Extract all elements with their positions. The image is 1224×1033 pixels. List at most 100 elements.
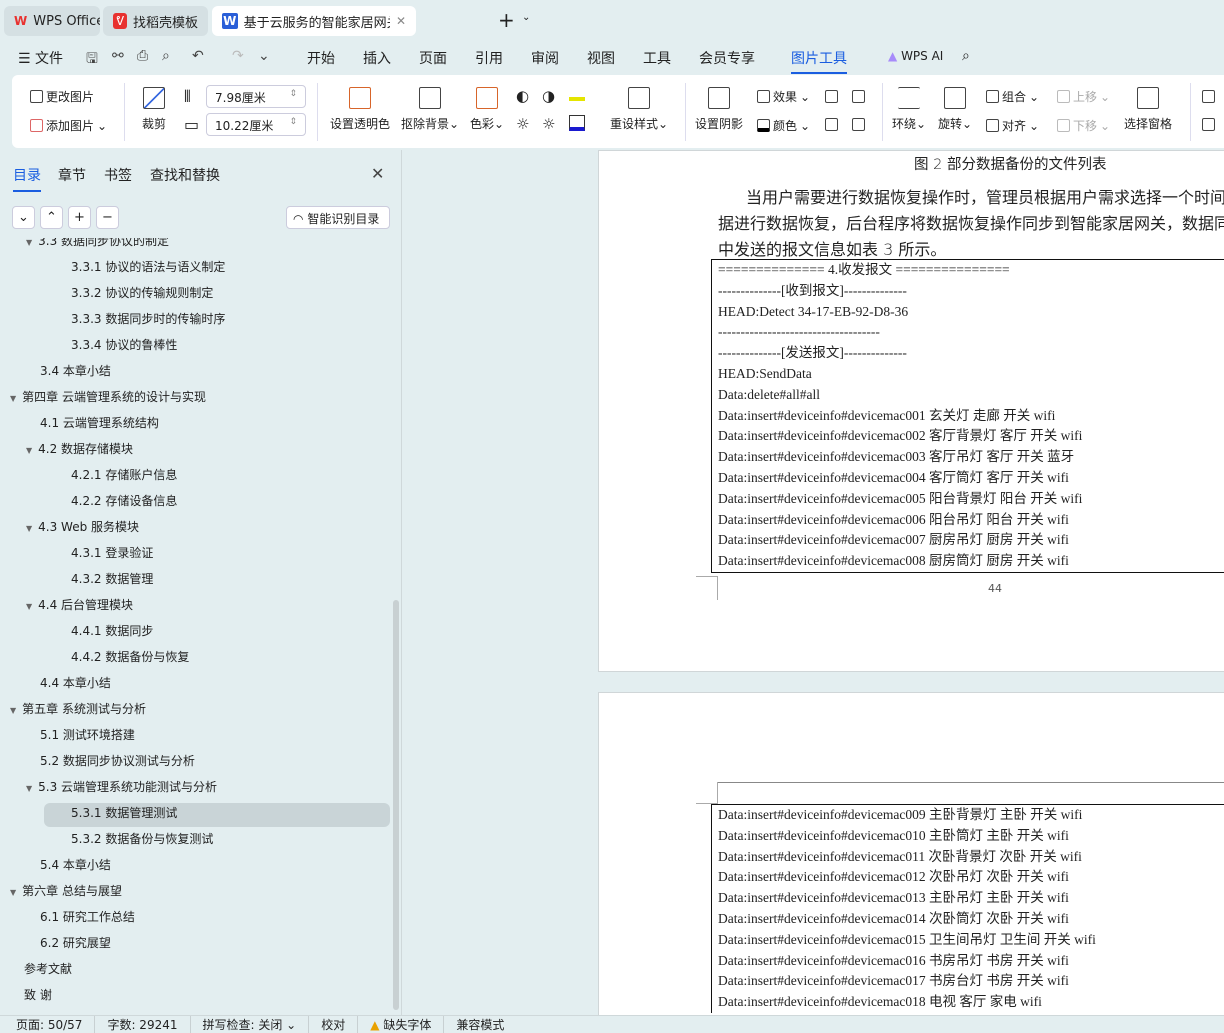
toc-item[interactable]: ▼ 第六章 总结与展望 [10,882,122,899]
rotate-button[interactable]: 旋转⌄ [938,87,972,132]
wrap-button[interactable]: 环绕⌄ [892,87,926,132]
fill-color-button[interactable]: 颜色 ⌄ [757,117,810,134]
align-button[interactable]: 对齐 ⌄ [986,117,1039,134]
expand-button[interactable]: ⌃ [40,206,63,229]
menu-tools[interactable]: 工具 [643,48,671,68]
print-icon[interactable]: ⎙ [137,48,148,64]
more-icon[interactable]: ⌄ [258,48,270,64]
toc-item[interactable]: 6.1 研究工作总结 [40,908,135,925]
toc-item[interactable]: 3.3.2 协议的传输规则制定 [71,284,213,301]
redo-icon[interactable]: ↷ [232,48,244,64]
new-tab-icon[interactable]: + [498,8,515,32]
toc-item[interactable]: 3.3.1 协议的语法与语义制定 [71,258,225,275]
menu-member[interactable]: 会员专享 [699,48,755,68]
menu-home[interactable]: 开始 [307,48,335,68]
print-preview-icon[interactable]: ⌕ [162,48,170,64]
shadow-up-icon[interactable] [825,90,838,103]
decrease-brightness-icon[interactable]: ☼ [542,115,555,133]
page-indicator[interactable]: 页面: 50/57 [0,1016,96,1033]
height-input[interactable]: 7.98厘米 ⇕ [206,85,306,108]
color-button[interactable]: 色彩⌄ [470,87,504,132]
search-icon[interactable]: ⌕ [962,48,970,64]
toc-item[interactable]: 3.3.4 协议的鲁棒性 [71,336,177,353]
more-tool-icon[interactable] [1202,118,1215,131]
chevron-down-icon[interactable]: ⌄ [522,12,530,23]
toc-item[interactable]: 6.2 研究展望 [40,934,111,951]
border-color-icon[interactable] [569,115,585,131]
toc-item[interactable]: 4.3.1 登录验证 [71,544,153,561]
toc-item[interactable]: 5.2 数据同步协议测试与分析 [40,752,195,769]
toc-item[interactable]: 3.4 本章小结 [40,362,111,379]
missing-font-button[interactable]: ▲ 缺失字体 [358,1016,445,1033]
tab-chapters[interactable]: 章节 [58,165,86,185]
toc-item[interactable]: ▼ 4.4 后台管理模块 [26,596,133,613]
tab-docer[interactable]: ᕓ 找稻壳模板 [103,6,208,36]
close-icon[interactable]: ✕ [371,164,384,183]
menu-review[interactable]: 审阅 [531,48,559,68]
bring-forward-button[interactable]: 上移 ⌄ [1057,88,1110,105]
remove-background-button[interactable]: 抠除背景⌄ [401,87,459,132]
remove-level-button[interactable]: − [96,206,119,229]
group-button[interactable]: 组合 ⌄ [986,88,1039,105]
menu-references[interactable]: 引用 [475,48,503,68]
change-picture-button[interactable]: 更改图片 [30,88,94,105]
expand-triangle-icon[interactable]: ▼ [26,602,32,611]
tab-bookmarks[interactable]: 书签 [104,165,132,185]
link-icon[interactable]: ⚯ [112,48,124,64]
tab-toc[interactable]: 目录 [13,165,41,192]
width-input[interactable]: 10.22厘米 ⇕ [206,113,306,136]
tab-find-replace[interactable]: 查找和替换 [150,165,220,185]
highlight-color-icon[interactable] [569,87,585,101]
toc-item[interactable]: ▼ 第四章 云端管理系统的设计与实现 [10,388,206,405]
file-menu[interactable]: ☰ 文件 [18,48,63,68]
shadow-left-icon[interactable] [825,118,838,131]
save-icon[interactable]: 🖫 [86,48,98,72]
toc-item[interactable]: ▼ 3.3 数据同步协议的制定 [26,238,169,249]
wps-ai-button[interactable]: ▲ WPS AI [888,49,943,63]
tab-wps-office[interactable]: W WPS Office [4,6,100,36]
expand-triangle-icon[interactable]: ▼ [10,394,16,403]
shadow-down-icon[interactable] [852,90,865,103]
expand-triangle-icon[interactable]: ▼ [26,238,32,247]
toc-item[interactable]: ▼ 5.3 云端管理系统功能测试与分析 [26,778,217,795]
collapse-button[interactable]: ⌄ [12,206,35,229]
toc-item[interactable]: ▼ 4.3 Web 服务模块 [26,518,139,535]
reset-style-button[interactable]: 重设样式⌄ [610,87,668,132]
menu-picture-tools[interactable]: 图片工具 [791,48,847,74]
add-picture-button[interactable]: 添加图片 ⌄ [30,117,107,134]
spinner-icon[interactable]: ⇕ [289,89,297,99]
crop-button[interactable]: 裁剪 [142,87,166,132]
toc-item[interactable]: 致 谢 [24,986,52,1003]
close-icon[interactable]: ✕ [396,14,406,28]
effects-button[interactable]: 效果 ⌄ [757,88,810,105]
set-transparent-button[interactable]: 设置透明色 [330,87,390,132]
toc-item[interactable]: 4.3.2 数据管理 [71,570,153,587]
undo-icon[interactable]: ↶ [192,48,204,64]
word-count[interactable]: 字数: 29241 [95,1016,191,1033]
proofread-button[interactable]: 校对 [309,1016,359,1033]
selection-pane-button[interactable]: 选择窗格 [1124,87,1172,132]
toc-item[interactable]: 4.1 云端管理系统结构 [40,414,159,431]
increase-brightness-icon[interactable]: ☼ [516,115,529,133]
increase-contrast-icon[interactable]: ◐ [516,87,529,105]
add-level-button[interactable]: + [68,206,91,229]
spinner-icon[interactable]: ⇕ [289,117,297,127]
expand-triangle-icon[interactable]: ▼ [26,524,32,533]
expand-triangle-icon[interactable]: ▼ [10,888,16,897]
decrease-contrast-icon[interactable]: ◑ [542,87,555,105]
tab-document[interactable]: W 基于云服务的智能家居网关管理 ✕ [212,6,416,36]
spell-check[interactable]: 拼写检查: 关闭 ⌄ [191,1016,310,1033]
expand-triangle-icon[interactable]: ▼ [26,784,32,793]
expand-triangle-icon[interactable]: ▼ [10,706,16,715]
shadow-button[interactable]: 设置阴影 [695,87,743,132]
toc-item[interactable]: 4.4.2 数据备份与恢复 [71,648,189,665]
expand-triangle-icon[interactable]: ▼ [26,446,32,455]
toc-item[interactable]: 5.4 本章小结 [40,856,111,873]
toc-item[interactable]: 5.3.1 数据管理测试 [71,804,177,821]
toc-item[interactable]: 4.4.1 数据同步 [71,622,153,639]
menu-view[interactable]: 视图 [587,48,615,68]
smart-toc-button[interactable]: ◠ 智能识别目录 [286,206,390,229]
send-backward-button[interactable]: 下移 ⌄ [1057,117,1110,134]
menu-page[interactable]: 页面 [419,48,447,68]
toc-item[interactable]: 4.4 本章小结 [40,674,111,691]
